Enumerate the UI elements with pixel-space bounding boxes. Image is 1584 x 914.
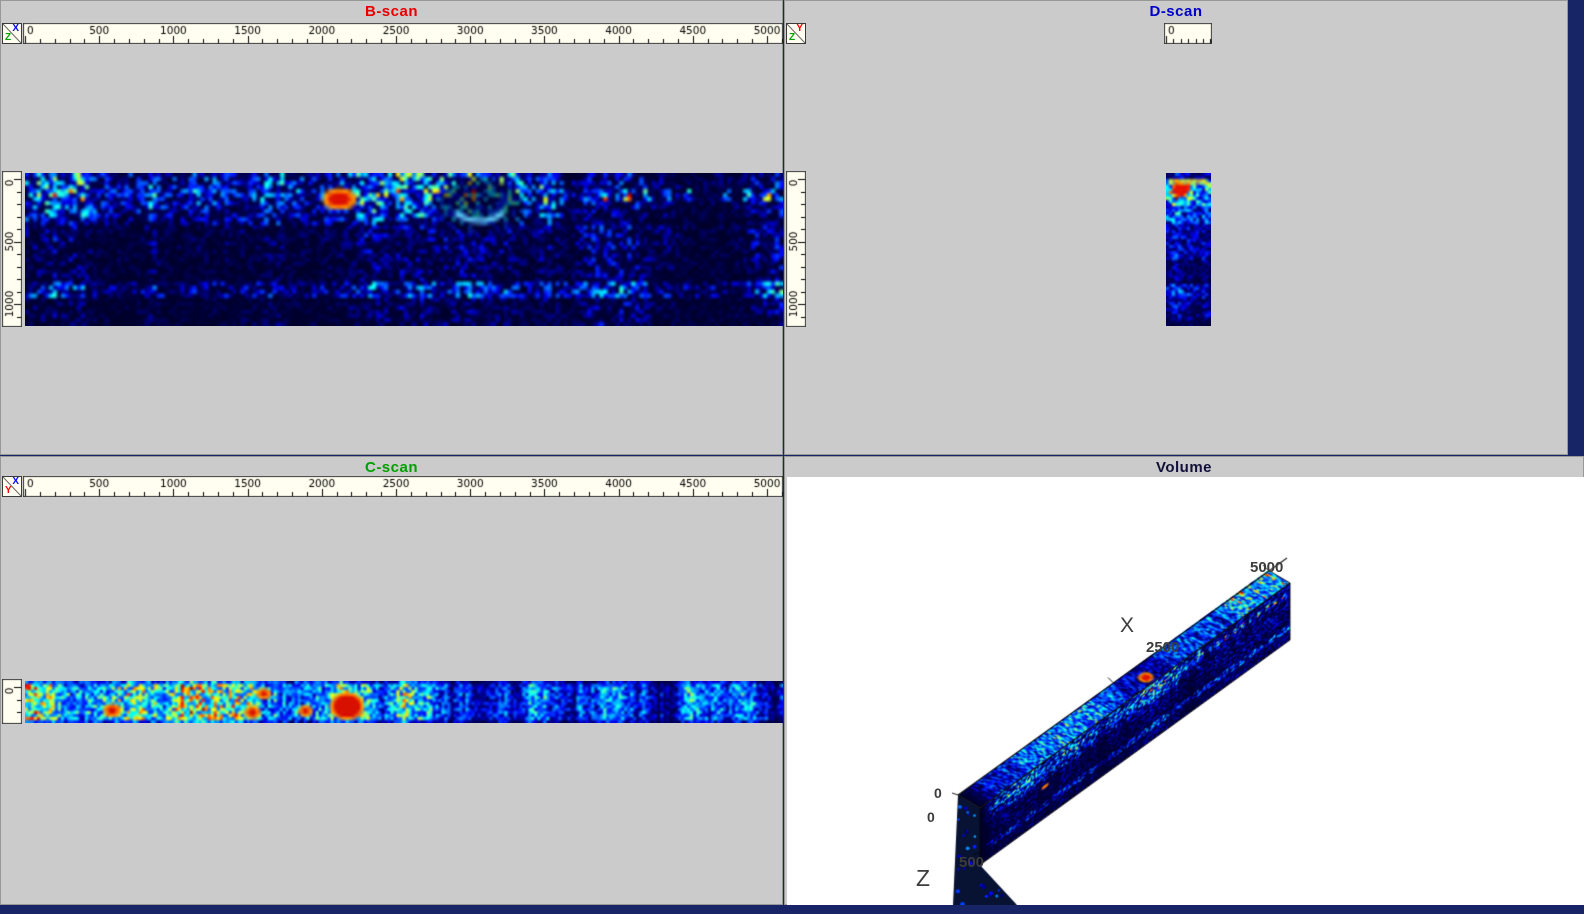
volume-axis-tick-500: 500	[959, 855, 984, 870]
volume-axis-z-label: Z	[916, 867, 930, 890]
cscan-axis-x-label: X	[12, 477, 19, 487]
cscan-horizontal-ruler	[23, 476, 783, 497]
bscan-title: B-scan	[1, 3, 782, 20]
bscan-vertical-ruler	[2, 171, 22, 327]
dscan-image-canvas[interactable]	[1166, 173, 1211, 326]
dscan-title: D-scan	[785, 3, 1567, 20]
dscan-axis-z-label: Z	[789, 33, 795, 43]
volume-axis-x-label: X	[1120, 615, 1134, 636]
bscan-axis-x-label: X	[12, 24, 19, 34]
bscan-panel: B-scan X Z	[0, 0, 783, 455]
bscan-axis-corner: X Z	[2, 23, 22, 44]
dscan-horizontal-ruler	[1164, 23, 1212, 44]
dscan-axis-corner: Y Z	[786, 23, 806, 44]
volume-axis-tick-0-z: 0	[927, 810, 935, 824]
bscan-horizontal-ruler	[23, 23, 783, 44]
cscan-axis-y-label: Y	[5, 486, 12, 496]
volume-panel: Volume 5000 X 2500 0 0 500 Z	[784, 456, 1584, 905]
ndt-scan-viewer-window: B-scan X Z D-scan Y Z C-scan	[0, 0, 1584, 914]
bscan-axis-z-label: Z	[5, 33, 11, 43]
volume-axis-tick-5000: 5000	[1250, 560, 1283, 575]
cscan-vertical-ruler	[2, 679, 22, 724]
cscan-title: C-scan	[1, 459, 782, 476]
dscan-vertical-ruler	[786, 171, 806, 327]
bscan-image-canvas[interactable]	[25, 173, 783, 326]
cscan-image-canvas[interactable]	[25, 681, 783, 723]
volume-3d-canvas[interactable]	[787, 477, 1584, 905]
volume-title: Volume	[785, 459, 1583, 476]
cscan-axis-corner: X Y	[2, 476, 22, 497]
volume-axis-tick-2500: 2500	[1146, 640, 1179, 655]
volume-axis-tick-0-x: 0	[934, 786, 942, 800]
dscan-panel: D-scan Y Z	[784, 0, 1568, 455]
dscan-axis-y-label: Y	[796, 24, 803, 34]
cscan-panel: C-scan X Y	[0, 456, 783, 905]
volume-viewport: 5000 X 2500 0 0 500 Z	[787, 477, 1584, 905]
